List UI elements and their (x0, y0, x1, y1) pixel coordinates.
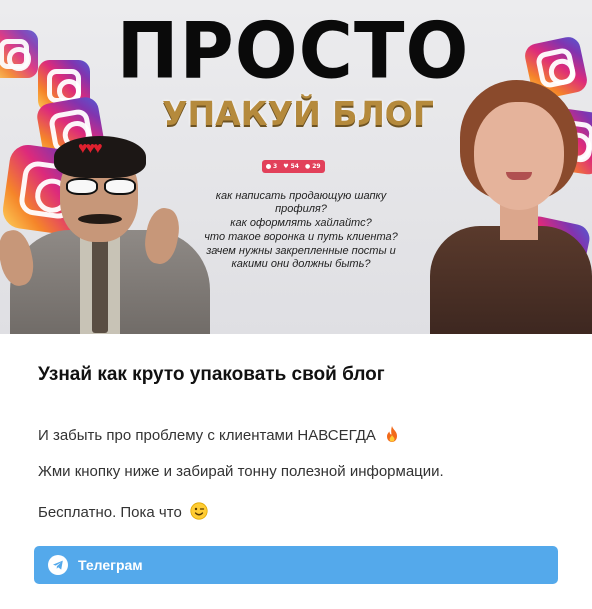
hearts-icon: ♥♥♥ (78, 140, 102, 157)
post-paragraph-3: Бесплатно. Пока что (38, 502, 208, 524)
post-paragraph-1: И забыть про проблему с клиентами НАВСЕГ… (38, 425, 400, 447)
banner-subline: УПАКУЙ БЛОГ (162, 94, 434, 133)
instagram-logo-icon (0, 30, 38, 78)
comments-count: 3 (273, 163, 278, 170)
telegram-icon (48, 555, 68, 575)
instagram-stats-badge: 3 ♥ 54 ● 29 (262, 160, 325, 173)
banner-questions: как написать продающую шапку профиля? ка… (196, 190, 406, 272)
fire-icon (384, 425, 400, 447)
wink-face-icon (190, 502, 208, 524)
sunglasses-icon (66, 178, 136, 196)
question-item: зачем нужны закрепленные посты и какими … (206, 245, 396, 270)
question-item: как оформлять хайлайтс? (230, 217, 372, 229)
post-title: Узнай как круто упаковать свой блог (38, 364, 385, 385)
post-paragraph-2: Жми кнопку ниже и забирай тонну полезной… (38, 463, 444, 480)
post-card: ♥♥♥ ПРОСТО УПАКУЙ БЛОГ 3 ♥ 54 ● 29 как нап… (0, 0, 592, 609)
banner-headline: ПРОСТО (116, 5, 470, 97)
question-item: как написать продающую шапку профиля? (215, 190, 387, 215)
likes-count: 54 (290, 163, 299, 170)
followers-count: 29 (312, 163, 321, 170)
telegram-button[interactable]: Телеграм (34, 546, 558, 584)
promo-banner-image: ♥♥♥ ПРОСТО УПАКУЙ БЛОГ 3 ♥ 54 ● 29 как нап… (0, 0, 592, 334)
telegram-button-label: Телеграм (78, 557, 143, 573)
question-item: что такое воронка и путь клиента? (204, 231, 398, 243)
